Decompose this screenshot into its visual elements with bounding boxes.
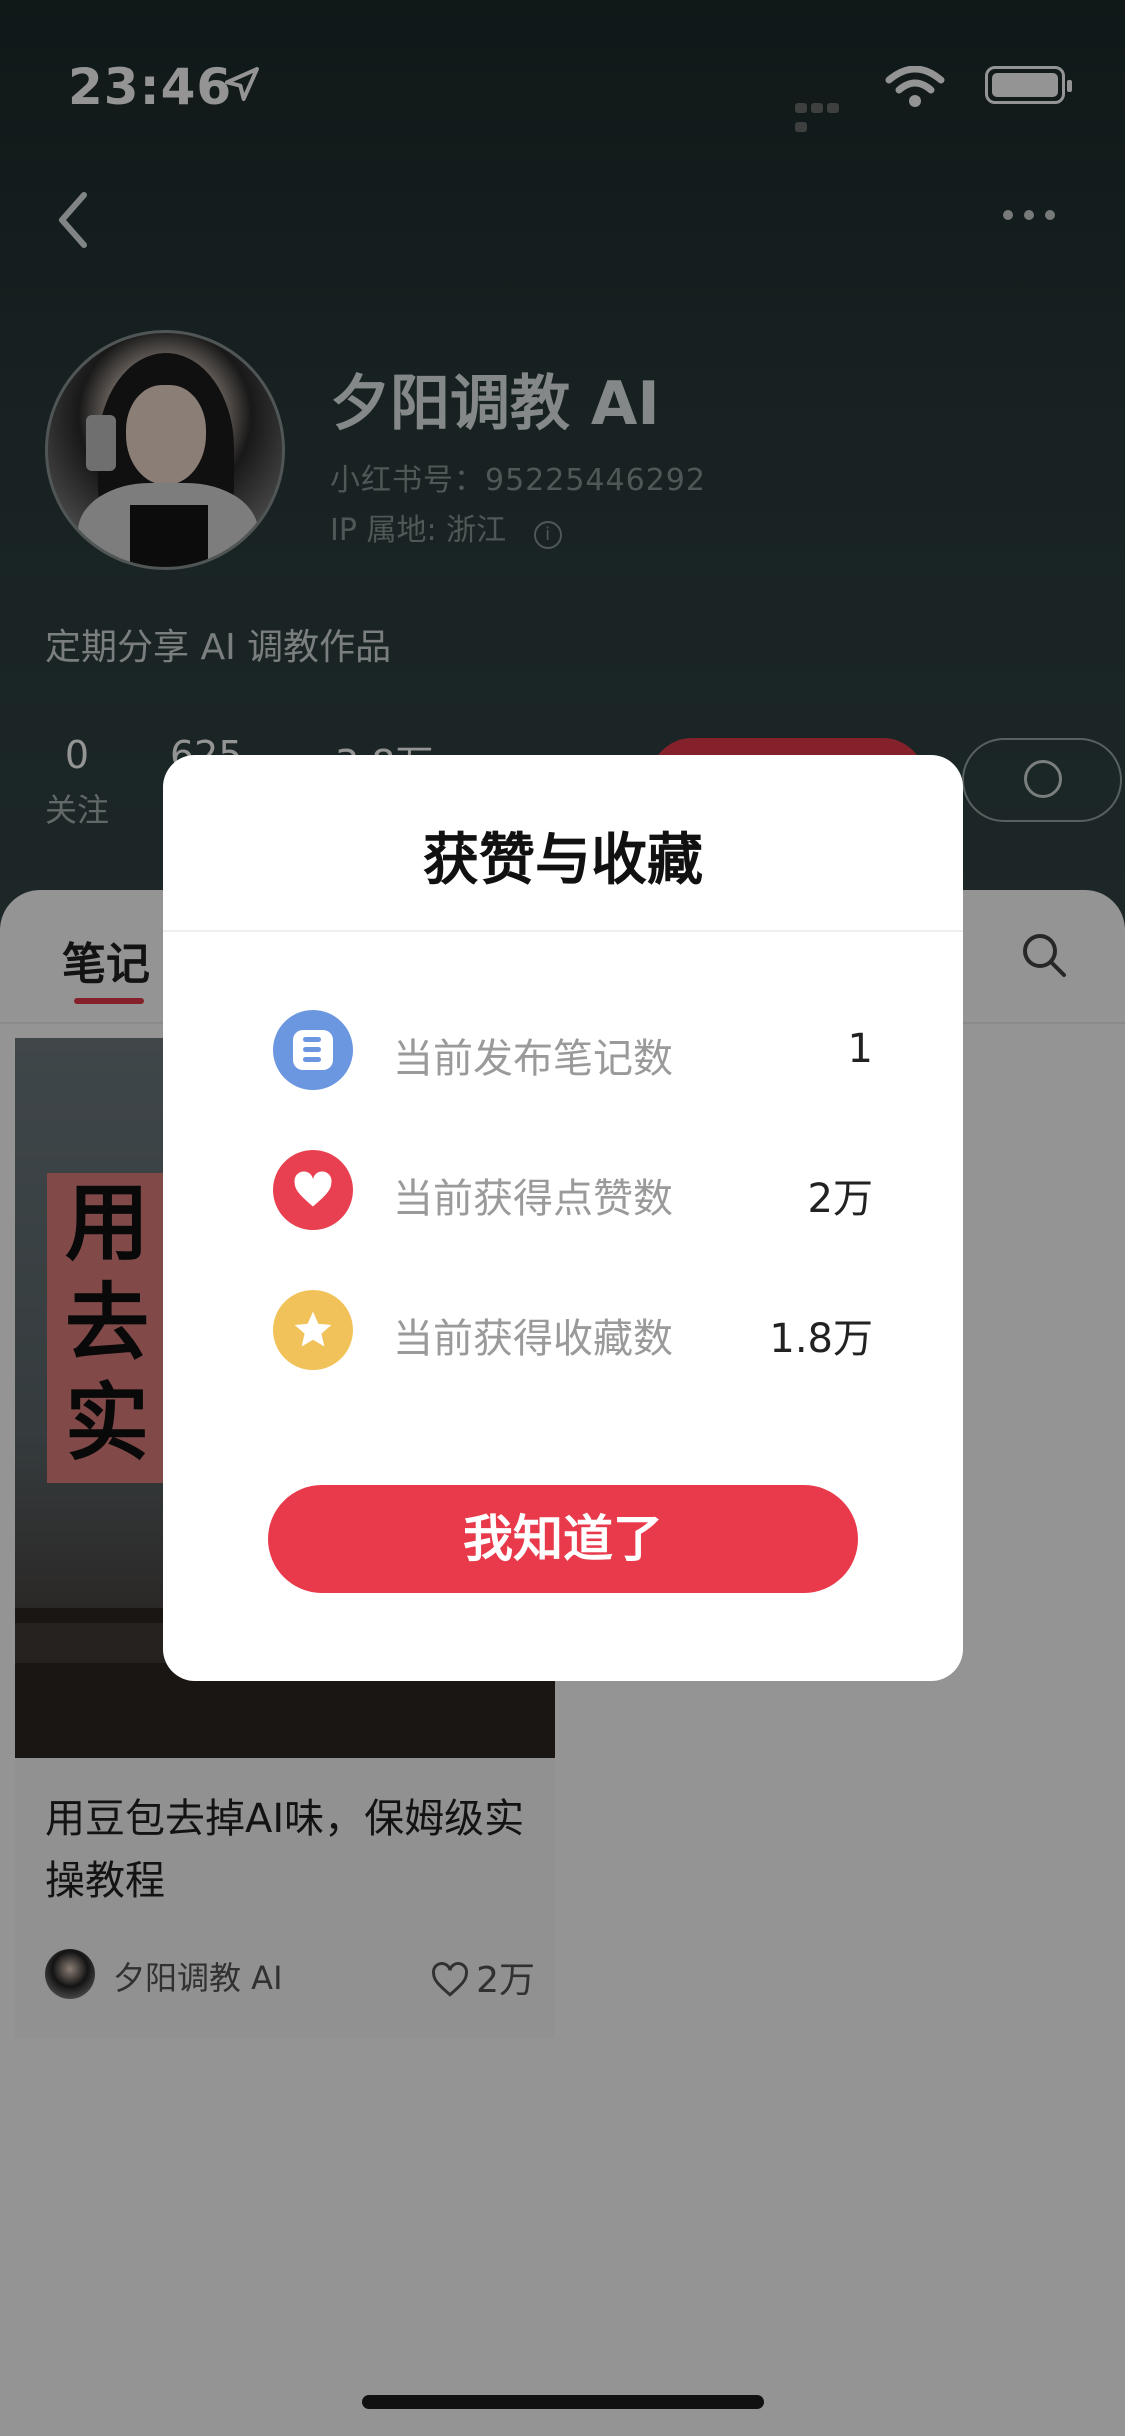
modal-title: 获赞与收藏 — [423, 828, 703, 893]
row-notes-value: 1 — [847, 1026, 873, 1072]
row-likes-value: 2万 — [807, 1176, 873, 1222]
row-likes-count: 当前获得点赞数 2万 — [273, 1150, 873, 1230]
heart-icon — [273, 1150, 353, 1230]
row-favorites-label: 当前获得收藏数 — [393, 1316, 673, 1362]
row-favorites-value: 1.8万 — [769, 1316, 873, 1362]
row-notes-label: 当前发布笔记数 — [393, 1036, 673, 1082]
profile-screen: 23:46 夕阳调教 AI 小红书号：95225446292 IP 属地: 浙江… — [0, 0, 1125, 2436]
modal-divider — [163, 930, 963, 932]
likes-favorites-modal: 获赞与收藏 当前发布笔记数 1 当前获得点赞数 2万 当前获得收藏数 1.8万 … — [163, 755, 963, 1681]
row-favorites-count: 当前获得收藏数 1.8万 — [273, 1290, 873, 1370]
home-indicator[interactable] — [362, 2395, 764, 2409]
star-icon — [273, 1290, 353, 1370]
confirm-button[interactable]: 我知道了 — [268, 1485, 858, 1593]
row-likes-label: 当前获得点赞数 — [393, 1176, 673, 1222]
row-notes-count: 当前发布笔记数 1 — [273, 1010, 873, 1090]
note-icon — [273, 1010, 353, 1090]
